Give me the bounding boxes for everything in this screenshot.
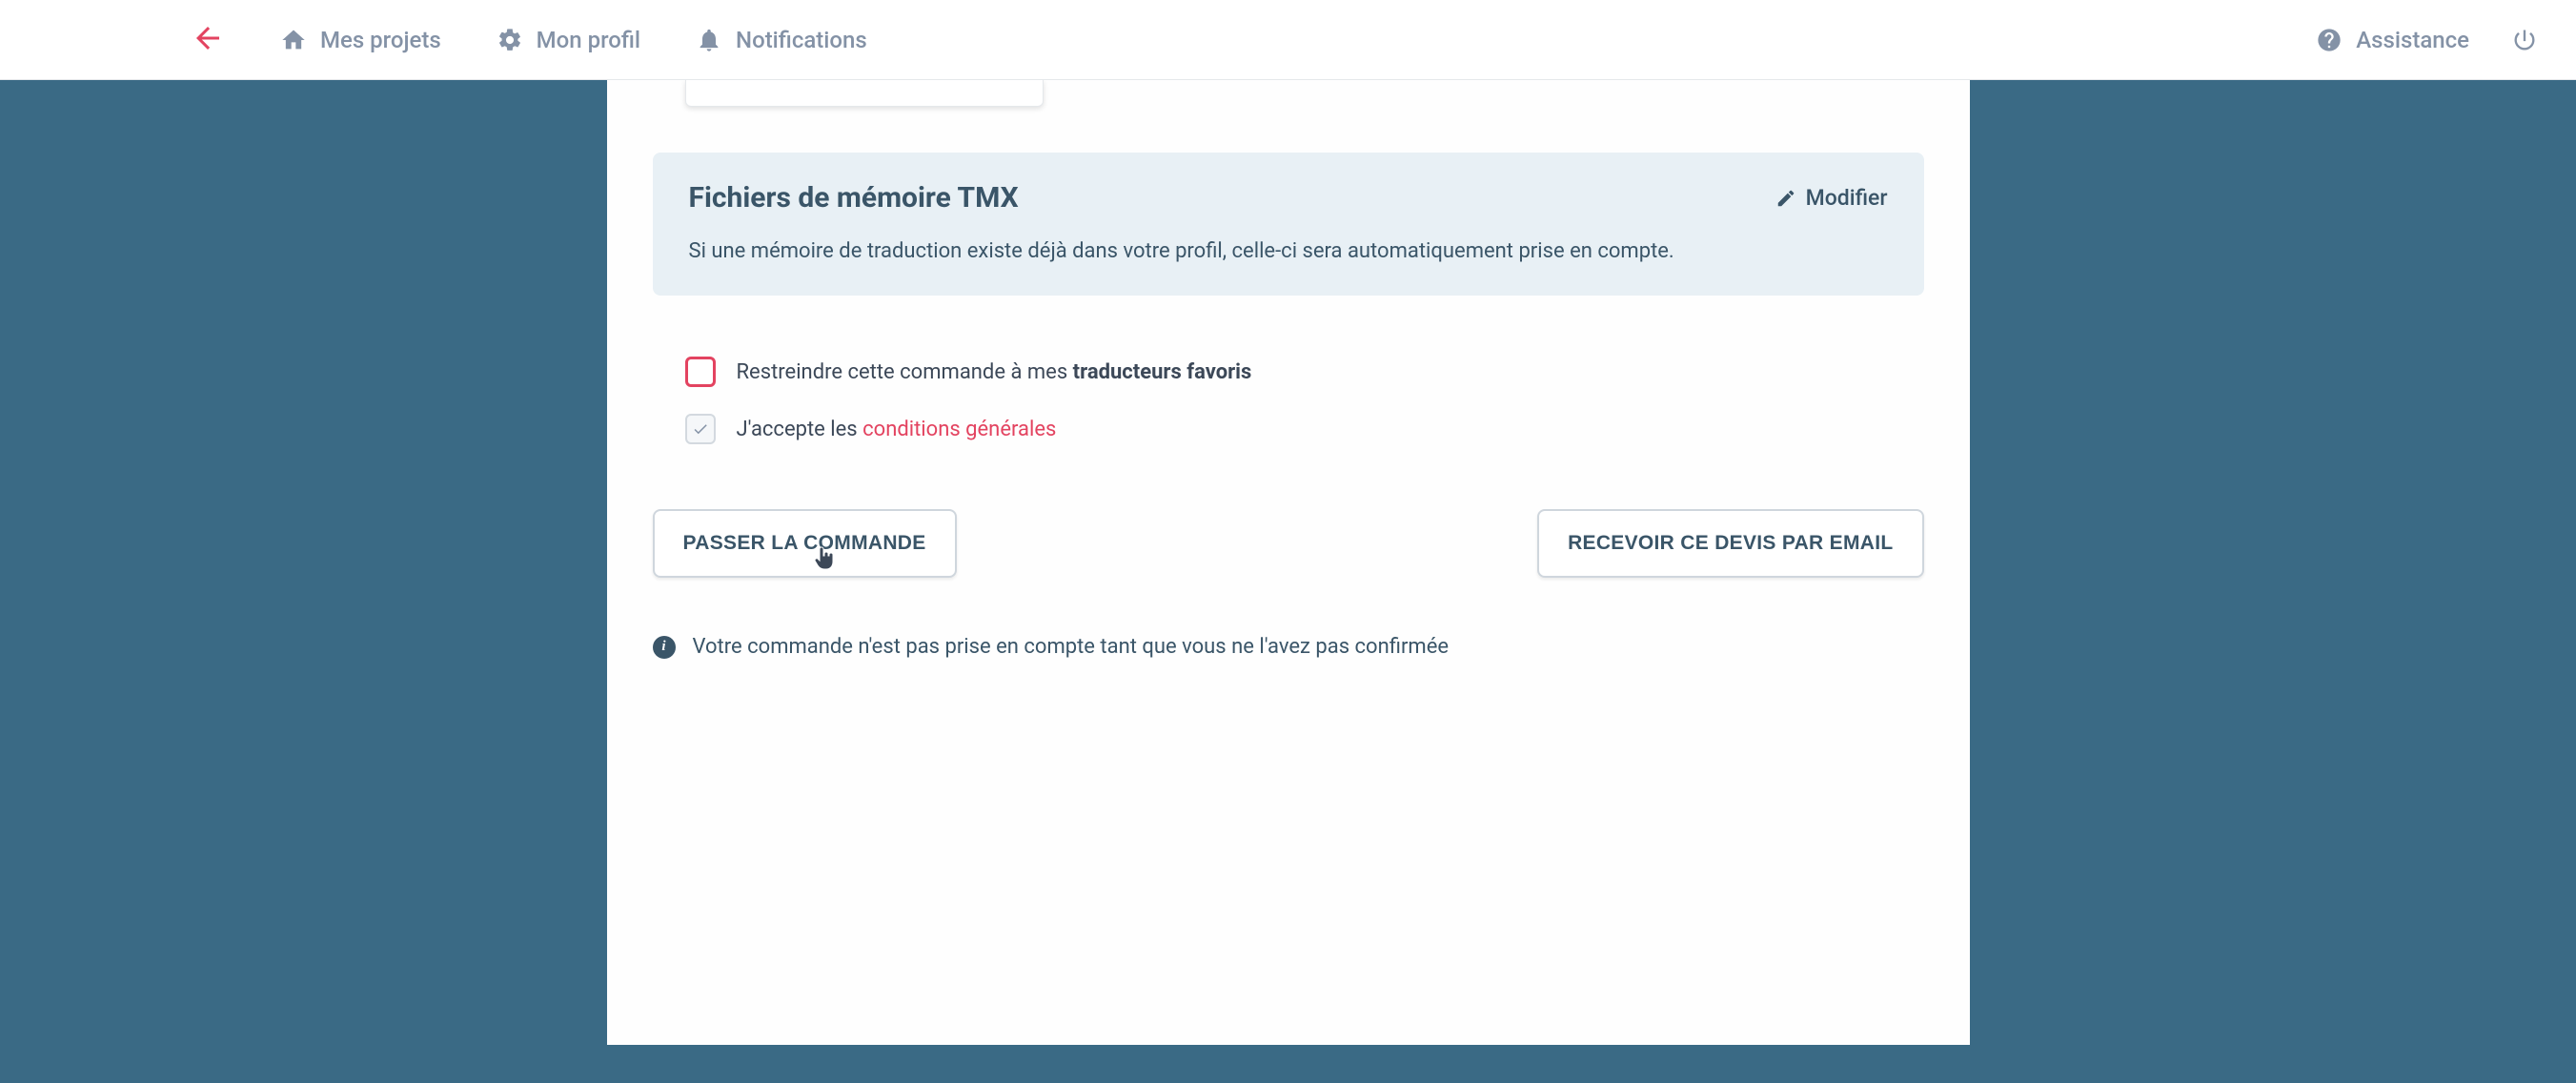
nav-projects-label: Mes projets	[320, 27, 441, 53]
edit-icon	[1775, 188, 1796, 209]
nav-support[interactable]: Assistance	[2316, 27, 2469, 53]
accept-terms-checkbox	[685, 414, 716, 444]
accept-terms-label: J'accepte les conditions générales	[737, 418, 1057, 441]
tmx-card: Fichiers de mémoire TMX Modifier Si une …	[653, 153, 1924, 296]
nav-projects[interactable]: Mes projets	[280, 27, 441, 53]
logout-button[interactable]	[2511, 27, 2538, 53]
nav-notifications-label: Notifications	[736, 27, 867, 53]
place-order-button[interactable]: PASSER LA COMMANDE	[653, 509, 957, 578]
modify-label: Modifier	[1806, 185, 1888, 211]
tmx-card-title: Fichiers de mémoire TMX	[689, 181, 1019, 215]
top-navigation-bar: Mes projets Mon profil Notifications Ass…	[0, 0, 2576, 80]
page-background: Fichiers de mémoire TMX Modifier Si une …	[0, 80, 2576, 1083]
nav-profile-label: Mon profil	[537, 27, 640, 53]
nav-support-label: Assistance	[2356, 27, 2469, 53]
modify-button[interactable]: Modifier	[1775, 185, 1888, 211]
info-row: i Votre commande n'est pas prise en comp…	[653, 635, 1924, 659]
accept-terms-row: J'accepte les conditions générales	[685, 414, 1924, 444]
nav-profile[interactable]: Mon profil	[497, 27, 640, 53]
home-icon	[280, 27, 307, 53]
arrow-left-icon	[191, 21, 225, 55]
power-icon	[2511, 27, 2538, 53]
help-icon	[2316, 27, 2343, 53]
content-panel: Fichiers de mémoire TMX Modifier Si une …	[607, 80, 1970, 1045]
terms-link[interactable]: conditions générales	[862, 418, 1056, 441]
restrict-favorites-checkbox[interactable]	[685, 357, 716, 387]
restrict-favorites-label: Restreindre cette commande à mes traduct…	[737, 360, 1252, 384]
email-quote-button[interactable]: RECEVOIR CE DEVIS PAR EMAIL	[1537, 509, 1923, 578]
info-icon: i	[653, 636, 676, 659]
check-icon	[692, 420, 709, 438]
nav-notifications[interactable]: Notifications	[696, 27, 867, 53]
restrict-favorites-row: Restreindre cette commande à mes traduct…	[685, 357, 1924, 387]
bell-icon	[696, 27, 722, 53]
tmx-card-description: Si une mémoire de traduction existe déjà…	[689, 235, 1888, 267]
upload-card-fragment	[685, 80, 1044, 107]
gear-icon	[497, 27, 523, 53]
back-button[interactable]	[191, 21, 225, 59]
info-text: Votre commande n'est pas prise en compte…	[693, 635, 1450, 659]
